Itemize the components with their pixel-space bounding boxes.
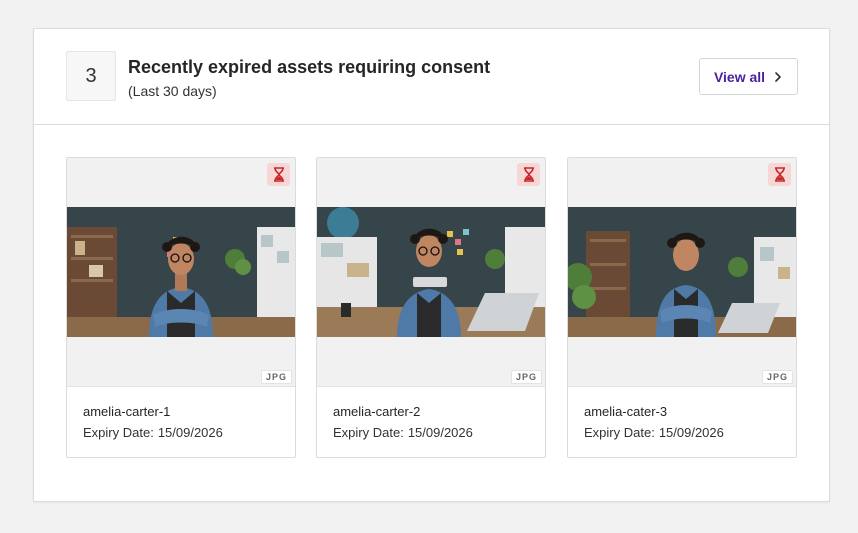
asset-card[interactable]: JPG amelia-carter-2 Expiry Date: 15/09/20… [316, 157, 546, 458]
asset-name: amelia-cater-3 [584, 404, 668, 419]
asset-photo [568, 207, 796, 337]
asset-photo [67, 207, 295, 337]
view-all-button[interactable]: View all [699, 58, 798, 95]
panel-subtitle: (Last 30 days) [128, 83, 217, 99]
expiry-date: 15/09/2026 [658, 425, 724, 440]
asset-expiry: Expiry Date: 15/09/2026 [584, 425, 724, 440]
asset-expiry: Expiry Date: 15/09/2026 [333, 425, 473, 440]
file-type-tag: JPG [761, 370, 793, 384]
panel-title: Recently expired assets requiring consen… [128, 57, 491, 77]
panel-header: 3 Recently expired assets requiring cons… [34, 29, 829, 125]
chevron-right-icon [773, 71, 783, 82]
asset-name: amelia-carter-2 [333, 404, 421, 419]
hourglass-icon [517, 163, 540, 186]
expiry-date: 15/09/2026 [157, 425, 223, 440]
file-type-tag: JPG [260, 370, 292, 384]
expiry-date: 15/09/2026 [407, 425, 473, 440]
hourglass-icon [768, 163, 791, 186]
expiry-label: Expiry Date: [584, 425, 655, 440]
asset-thumbnail: JPG [317, 158, 545, 387]
asset-thumbnail: JPG [67, 158, 295, 387]
asset-photo [317, 207, 545, 337]
asset-expiry: Expiry Date: 15/09/2026 [83, 425, 223, 440]
asset-name: amelia-carter-1 [83, 404, 171, 419]
file-type-tag: JPG [510, 370, 542, 384]
expiry-label: Expiry Date: [83, 425, 154, 440]
expiry-label: Expiry Date: [333, 425, 404, 440]
asset-card[interactable]: JPG amelia-cater-3 Expiry Date: 15/09/202… [567, 157, 797, 458]
asset-count-badge: 3 [66, 51, 116, 101]
asset-thumbnail: JPG [568, 158, 796, 387]
asset-card[interactable]: JPG amelia-carter-1 Expiry Date: 15/09/20… [66, 157, 296, 458]
hourglass-icon [267, 163, 290, 186]
expired-assets-panel: 3 Recently expired assets requiring cons… [33, 28, 830, 502]
view-all-label: View all [713, 68, 766, 85]
